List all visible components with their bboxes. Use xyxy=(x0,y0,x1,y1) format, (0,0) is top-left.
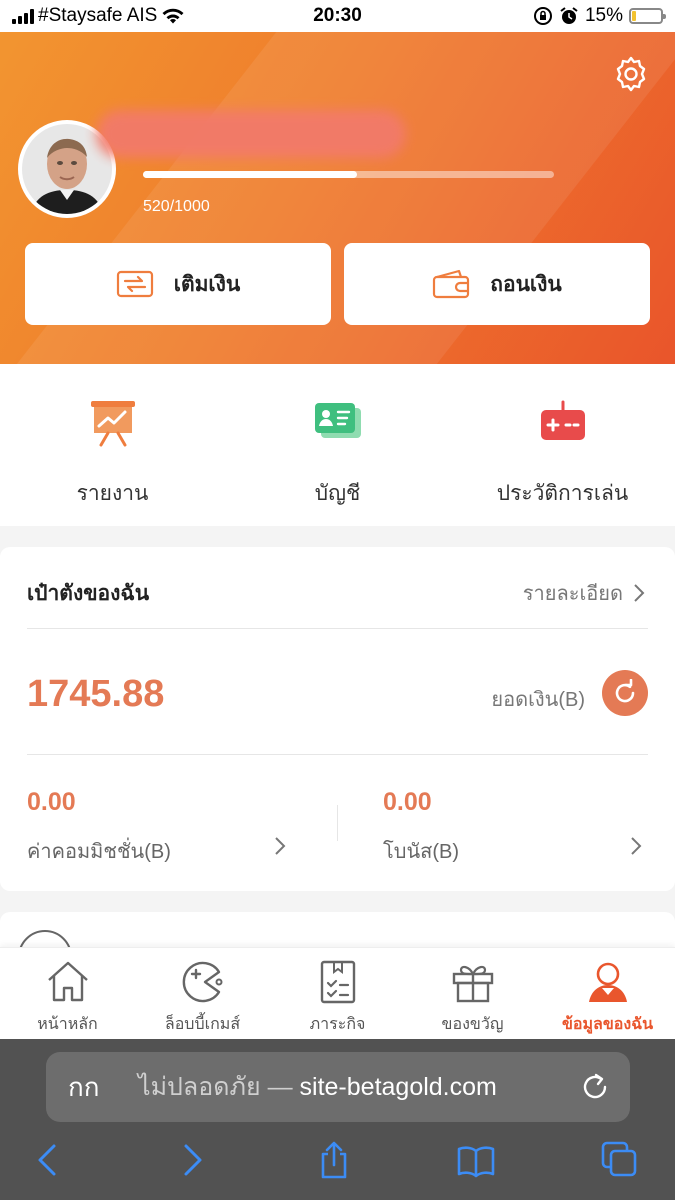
level-progress-fill xyxy=(143,171,357,178)
deposit-label: เติมเงิน xyxy=(173,272,241,296)
username-redacted xyxy=(96,110,406,158)
wallet-icon xyxy=(433,269,470,299)
tab-gifts[interactable]: ของขวัญ xyxy=(405,958,540,1037)
tab-label: ภาระกิจ xyxy=(309,1016,366,1033)
withdraw-button[interactable]: ถอนเงิน xyxy=(344,243,650,325)
quick-action-label: ประวัติการเล่น xyxy=(496,482,629,505)
quick-actions: รายงาน บัญชี ประวัติการเล่น xyxy=(0,364,675,526)
deposit-button[interactable]: เติมเงิน xyxy=(25,243,331,325)
commission-value: 0.00 xyxy=(27,788,76,816)
tab-home[interactable]: หน้าหลัก xyxy=(0,958,135,1037)
tab-label: ของขวัญ xyxy=(441,1016,504,1033)
orientation-lock-icon xyxy=(533,7,552,25)
quick-action-play-history[interactable]: ประวัติการเล่น xyxy=(450,398,675,510)
status-right: 15% xyxy=(533,5,666,27)
alarm-icon xyxy=(560,7,578,24)
game-controller-icon xyxy=(540,400,585,440)
tab-label: หน้าหลัก xyxy=(37,1016,98,1033)
battery-percent: 15% xyxy=(584,5,623,26)
reader-options-button[interactable]: กก xyxy=(68,1067,99,1108)
status-left: #Staysafe AIS xyxy=(12,5,272,27)
withdraw-label: ถอนเงิน xyxy=(490,272,562,296)
status-bar: #Staysafe AIS 20:30 15% xyxy=(0,0,675,32)
quick-action-label: รายงาน xyxy=(76,482,149,505)
share-icon[interactable] xyxy=(314,1140,354,1180)
profile-header: 520/1000 เติมเงิน ถอนเงิน xyxy=(0,32,675,364)
tabs-icon[interactable] xyxy=(600,1140,640,1180)
divider xyxy=(27,628,648,629)
bookmarks-icon[interactable] xyxy=(456,1140,496,1180)
bonus-value: 0.00 xyxy=(383,788,432,816)
divider xyxy=(337,805,338,841)
chevron-right-icon xyxy=(634,584,645,602)
wifi-icon xyxy=(162,8,184,24)
insecure-label: ไม่ปลอดภัย — xyxy=(138,1073,293,1101)
tab-label: ข้อมูลของฉัน xyxy=(561,1016,654,1033)
balance-value: 1745.88 xyxy=(27,673,165,715)
wallet-title: เป๋าตังของฉัน xyxy=(27,582,150,605)
domain-label: site-betagold.com xyxy=(299,1073,497,1101)
gift-icon xyxy=(452,965,493,1003)
deposit-transfer-icon xyxy=(116,270,153,298)
commission-label: ค่าคอมมิชชั่น(B) xyxy=(27,841,171,863)
level-progress-bar xyxy=(143,171,554,178)
wallet-card: เป๋าตังของฉัน รายละเอียด 1745.88 ยอดเงิน… xyxy=(0,547,675,891)
tab-tasks[interactable]: ภาระกิจ xyxy=(270,958,405,1037)
game-lobby-icon xyxy=(182,961,222,1003)
gear-icon[interactable] xyxy=(613,56,649,92)
tab-my-profile[interactable]: ข้อมูลของฉัน xyxy=(540,958,675,1037)
back-icon[interactable] xyxy=(28,1140,68,1180)
forward-icon[interactable] xyxy=(172,1140,212,1180)
report-chart-icon xyxy=(90,401,135,447)
chevron-right-icon xyxy=(275,837,286,855)
divider xyxy=(27,754,648,755)
quick-action-label: บัญชี xyxy=(314,482,361,505)
cellular-signal-icon xyxy=(12,8,34,24)
detail-link-label: รายละเอียด xyxy=(522,583,623,605)
refresh-balance-button[interactable] xyxy=(602,670,648,716)
balance-label: ยอดเงิน(B) xyxy=(491,689,585,711)
carrier-name: #Staysafe AIS xyxy=(38,5,158,26)
tab-label: ล็อบบี้เกมส์ xyxy=(164,1016,241,1033)
chevron-right-icon xyxy=(631,837,642,855)
quick-action-report[interactable]: รายงาน xyxy=(0,398,225,510)
profile-icon xyxy=(588,962,627,1002)
account-card-icon xyxy=(314,403,361,438)
reload-icon[interactable] xyxy=(580,1072,610,1102)
wallet-detail-link[interactable]: รายละเอียด xyxy=(523,577,645,609)
address-bar[interactable]: กก ไม่ปลอดภัย — site-betagold.com xyxy=(46,1052,630,1122)
quick-action-account[interactable]: บัญชี xyxy=(225,398,450,510)
level-progress-text: 520/1000 xyxy=(143,198,210,215)
task-clipboard-icon xyxy=(320,960,355,1004)
battery-icon xyxy=(629,8,666,24)
home-icon xyxy=(47,961,88,1002)
tab-game-lobby[interactable]: ล็อบบี้เกมส์ xyxy=(135,958,270,1037)
refresh-icon xyxy=(615,679,635,703)
url-text: ไม่ปลอดภัย — site-betagold.com xyxy=(138,1067,497,1107)
bottom-tab-bar: หน้าหลัก ล็อบบี้เกมส์ ภาระกิจ ของขวัญ ข้… xyxy=(0,947,675,1039)
bonus-label: โบนัส(B) xyxy=(383,841,459,863)
